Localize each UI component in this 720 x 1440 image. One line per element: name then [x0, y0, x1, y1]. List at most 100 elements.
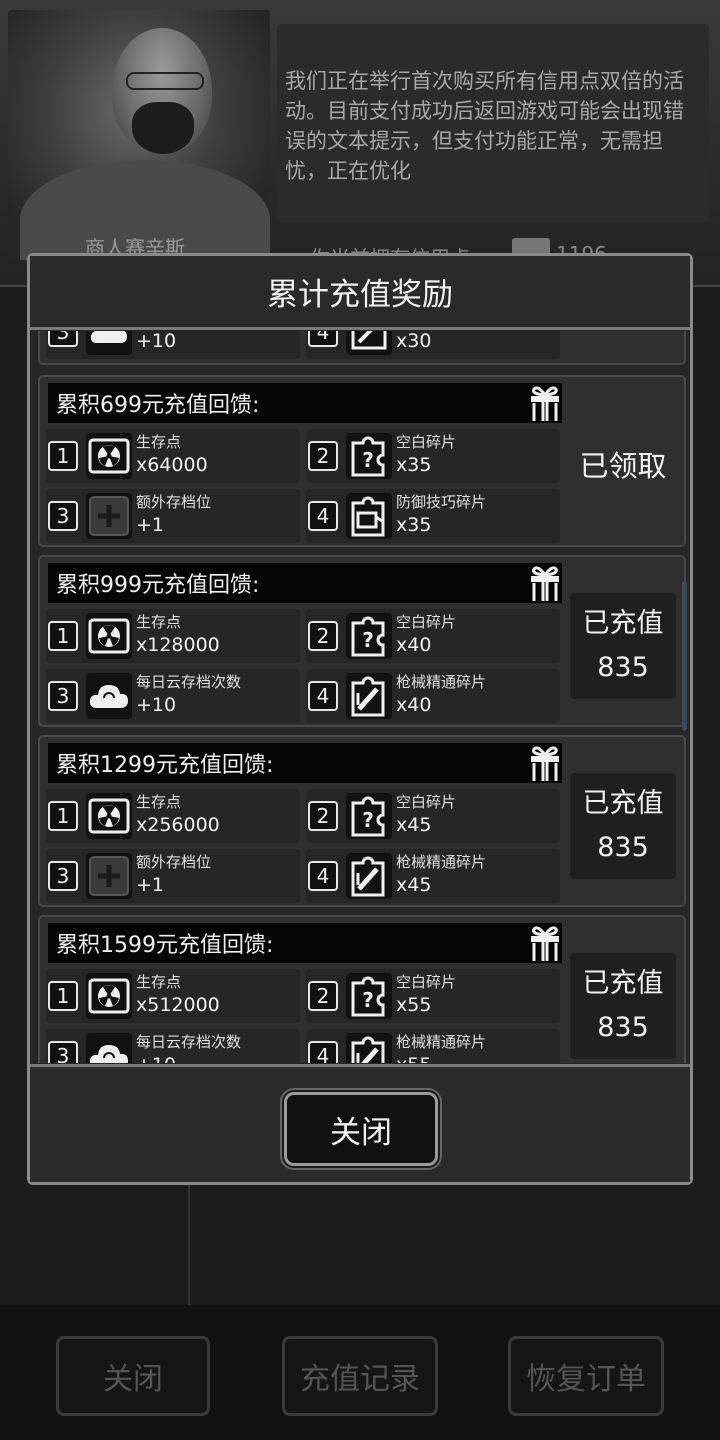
- reward-item: 3 额外存档位 +1: [46, 489, 300, 543]
- item-index: 4: [308, 501, 338, 531]
- reward-item: 4 x30: [306, 331, 560, 359]
- item-qty: x35: [396, 454, 432, 476]
- item-index: 1: [48, 621, 78, 651]
- gift-icon: [528, 563, 562, 603]
- reward-item: 2? 空白碎片 x35: [306, 429, 560, 483]
- item-qty: +1: [136, 514, 165, 536]
- restore-order-button[interactable]: 恢复订单: [508, 1336, 664, 1416]
- item-qty: x55: [396, 994, 432, 1016]
- claimed-status: 已领取: [570, 413, 676, 519]
- item-qty: x30: [396, 331, 432, 352]
- cloud-icon: [86, 331, 132, 355]
- item-index: 4: [308, 861, 338, 891]
- status-text: 已充值: [582, 968, 664, 999]
- recharge-history-button[interactable]: 充值记录: [282, 1336, 438, 1416]
- reward-item: 2? 空白碎片 x55: [306, 969, 560, 1023]
- reward-item: 3 额外存档位 +1: [46, 849, 300, 903]
- status-text: 已充值: [582, 608, 664, 639]
- item-index: 2: [308, 801, 338, 831]
- gift-icon: [528, 923, 562, 963]
- item-index: 4: [308, 1041, 338, 1063]
- weapon-fragment-icon: [346, 673, 392, 719]
- weapon-fragment-icon: [346, 853, 392, 899]
- reward-item: 3 每日云存档次数 +10: [46, 1029, 300, 1063]
- item-index: 2: [308, 621, 338, 651]
- blank-fragment-icon: ?: [346, 793, 392, 839]
- tier-card: 累积1299元充值回馈: 1 生存点 x256000 2? 空白碎片 x45 3 额外存档位 +1…: [38, 735, 686, 907]
- status-text: 已充值: [582, 788, 664, 819]
- item-name: 生存点: [136, 793, 182, 811]
- reward-item: 4 枪械精通碎片 x40: [306, 669, 560, 723]
- item-name: 空白碎片: [396, 973, 457, 991]
- item-index: 3: [48, 1041, 78, 1063]
- scrollbar[interactable]: [682, 581, 687, 731]
- item-qty: x40: [396, 634, 432, 656]
- gift-icon: [528, 383, 562, 423]
- svg-text:?: ?: [362, 628, 374, 652]
- item-qty: x256000: [136, 814, 220, 836]
- tier-title-text: 累积1599元充值回馈:: [56, 933, 274, 958]
- item-name: 额外存档位: [136, 493, 212, 511]
- svg-text:?: ?: [362, 808, 374, 832]
- save-slot-icon: [86, 853, 132, 899]
- close-button[interactable]: 关闭: [284, 1092, 438, 1166]
- defense-fragment-icon: [346, 493, 392, 539]
- tier-title-text: 累积699元充值回馈:: [56, 393, 260, 418]
- bg-close-button[interactable]: 关闭: [56, 1336, 210, 1416]
- item-qty: x55: [396, 1054, 431, 1063]
- tier-card: 累积1599元充值回馈: 1 生存点 x512000 2? 空白碎片 x55 3 每日云存档次数…: [38, 915, 686, 1063]
- tier-card: 累积699元充值回馈: 1 生存点 x64000 2? 空白碎片 x35 3 额外存档位 +1 4 防…: [38, 375, 686, 547]
- item-name: 额外存档位: [136, 853, 212, 871]
- status-amount: 835: [597, 652, 649, 683]
- reward-item: 4 枪械精通碎片 x45: [306, 849, 560, 903]
- tier-title-text: 累积1299元充值回馈:: [56, 753, 274, 778]
- item-name: 空白碎片: [396, 433, 457, 451]
- radiation-chip-icon: [86, 973, 132, 1019]
- svg-text:?: ?: [362, 988, 374, 1012]
- cloud-icon: [86, 1033, 132, 1063]
- item-index: 1: [48, 981, 78, 1011]
- cloud-icon: [86, 673, 132, 719]
- recharge-progress[interactable]: 已充值 835: [570, 593, 676, 699]
- item-name: 生存点: [136, 613, 182, 631]
- recharge-progress[interactable]: 已充值 835: [570, 773, 676, 879]
- tier-title: 累积1299元充值回馈:: [48, 743, 562, 783]
- reward-list[interactable]: 3 +10 4 x30 累积699元充值回馈: 1 生存点 x64000 2? 空白碎片 x…: [34, 331, 690, 1063]
- tier-card: 累积999元充值回馈: 1 生存点 x128000 2? 空白碎片 x40 3 每日云存档次数 +…: [38, 555, 686, 727]
- blank-fragment-icon: ?: [346, 613, 392, 659]
- item-qty: x512000: [136, 994, 220, 1016]
- item-qty: x40: [396, 694, 432, 716]
- tier-title: 累积1599元充值回馈:: [48, 923, 562, 963]
- item-name: 每日云存档次数: [136, 1033, 242, 1051]
- item-index: 4: [308, 681, 338, 711]
- radiation-chip-icon: [86, 613, 132, 659]
- item-qty: +10: [136, 1054, 176, 1063]
- reward-item: 3 每日云存档次数 +10: [46, 669, 300, 723]
- item-index: 3: [48, 501, 78, 531]
- item-qty: x45: [396, 814, 432, 836]
- save-slot-icon: [86, 493, 132, 539]
- svg-text:?: ?: [362, 448, 374, 472]
- status-text: 已领取: [579, 449, 667, 483]
- item-qty: x35: [396, 514, 432, 536]
- blank-fragment-icon: ?: [346, 973, 392, 1019]
- item-qty: +10: [136, 694, 177, 716]
- item-qty: x45: [396, 874, 432, 896]
- cumulative-reward-dialog: 累计充值奖励 3 +10 4 x30 累积699元充值回馈: 1 生存点 x64000…: [27, 253, 693, 1185]
- tier-title-text: 累积999元充值回馈:: [56, 573, 260, 598]
- item-name: 枪械精通碎片: [396, 853, 487, 871]
- item-name: 枪械精通碎片: [396, 1033, 487, 1051]
- item-qty: +1: [136, 874, 165, 896]
- item-index: 3: [48, 331, 78, 347]
- item-index: 1: [48, 801, 78, 831]
- reward-item: 1 生存点 x128000: [46, 609, 300, 663]
- item-name: 空白碎片: [396, 793, 457, 811]
- recharge-progress[interactable]: 已充值 835: [570, 953, 676, 1059]
- reward-item: 2? 空白碎片 x45: [306, 789, 560, 843]
- tier-card-partial: 3 +10 4 x30: [38, 331, 686, 365]
- status-amount: 835: [597, 1012, 649, 1043]
- weapon-fragment-icon: [346, 331, 392, 355]
- item-qty: x64000: [136, 454, 208, 476]
- reward-item: 3 +10: [46, 331, 300, 359]
- radiation-chip-icon: [86, 793, 132, 839]
